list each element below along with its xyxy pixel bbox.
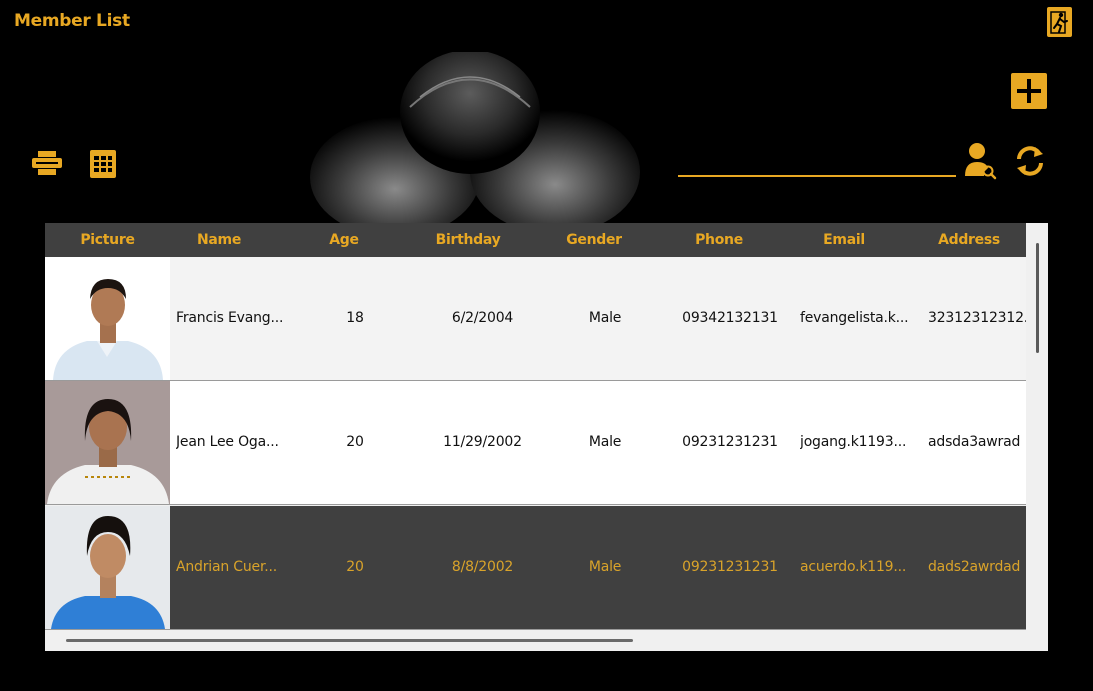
cell-phone: 09342132131 [682,310,778,326]
member-photo [45,506,170,629]
horizontal-scrollbar[interactable] [66,639,633,642]
spreadsheet-icon [90,150,116,178]
printer-icon [32,151,62,175]
cell-phone: 09231231231 [682,559,778,575]
cell-email: acuerdo.k119... [800,559,907,575]
plus-icon [1017,79,1041,103]
member-photo [45,257,170,380]
table-row[interactable]: Francis Evang... 18 6/2/2004 Male 093421… [45,257,1026,381]
cell-email: fevangelista.k... [800,310,909,326]
window-title: Member List [14,11,130,31]
cell-gender: Male [588,559,622,575]
column-header-gender[interactable]: Gender [550,223,638,257]
search-underline [678,175,956,177]
cell-age: 18 [346,310,364,326]
hero-banner-image [300,52,640,223]
refresh-button[interactable] [1013,144,1047,178]
cell-address: adsda3awrad [928,434,1021,450]
column-header-name[interactable]: Name [170,223,268,257]
cell-gender: Male [588,434,622,450]
vertical-scrollbar[interactable] [1036,243,1039,353]
search-input[interactable] [678,150,960,176]
column-header-picture[interactable]: Picture [45,223,170,257]
member-photo [45,381,170,504]
table-row[interactable]: Jean Lee Oga... 20 11/29/2002 Male 09231… [45,381,1026,505]
exit-button[interactable] [1047,7,1072,37]
grid-header-row: Picture Name Age Birthday Gender Phone E… [45,223,1026,257]
refresh-icon [1017,146,1043,176]
cell-gender: Male [588,310,622,326]
print-button[interactable] [32,150,62,176]
table-row-selected[interactable]: Andrian Cuer... 20 8/8/2002 Male 0923123… [45,506,1026,630]
cell-email: jogang.k1193... [800,434,907,450]
cell-phone: 09231231231 [682,434,778,450]
column-header-phone[interactable]: Phone [673,223,765,257]
search-user-button[interactable] [964,140,998,180]
cell-birthday: 11/29/2002 [443,434,522,450]
member-data-grid[interactable]: Picture Name Age Birthday Gender Phone E… [45,223,1048,651]
cell-birthday: 6/2/2004 [451,310,514,326]
cell-address: 32312312312... [928,310,1026,326]
column-header-age[interactable]: Age [305,223,383,257]
cell-name: Francis Evang... [176,310,284,326]
column-header-email[interactable]: Email [795,223,893,257]
cell-name: Andrian Cuer... [176,559,277,575]
cell-age: 20 [346,559,364,575]
cell-birthday: 8/8/2002 [451,559,514,575]
column-header-birthday[interactable]: Birthday [413,223,523,257]
column-header-address[interactable]: Address [925,223,1013,257]
exit-run-icon [1050,11,1068,34]
user-search-icon [965,143,997,180]
add-member-button[interactable] [1011,73,1047,109]
cell-name: Jean Lee Oga... [176,434,279,450]
cell-address: dads2awrdad [928,559,1021,575]
cell-age: 20 [346,434,364,450]
export-excel-button[interactable] [90,150,116,178]
